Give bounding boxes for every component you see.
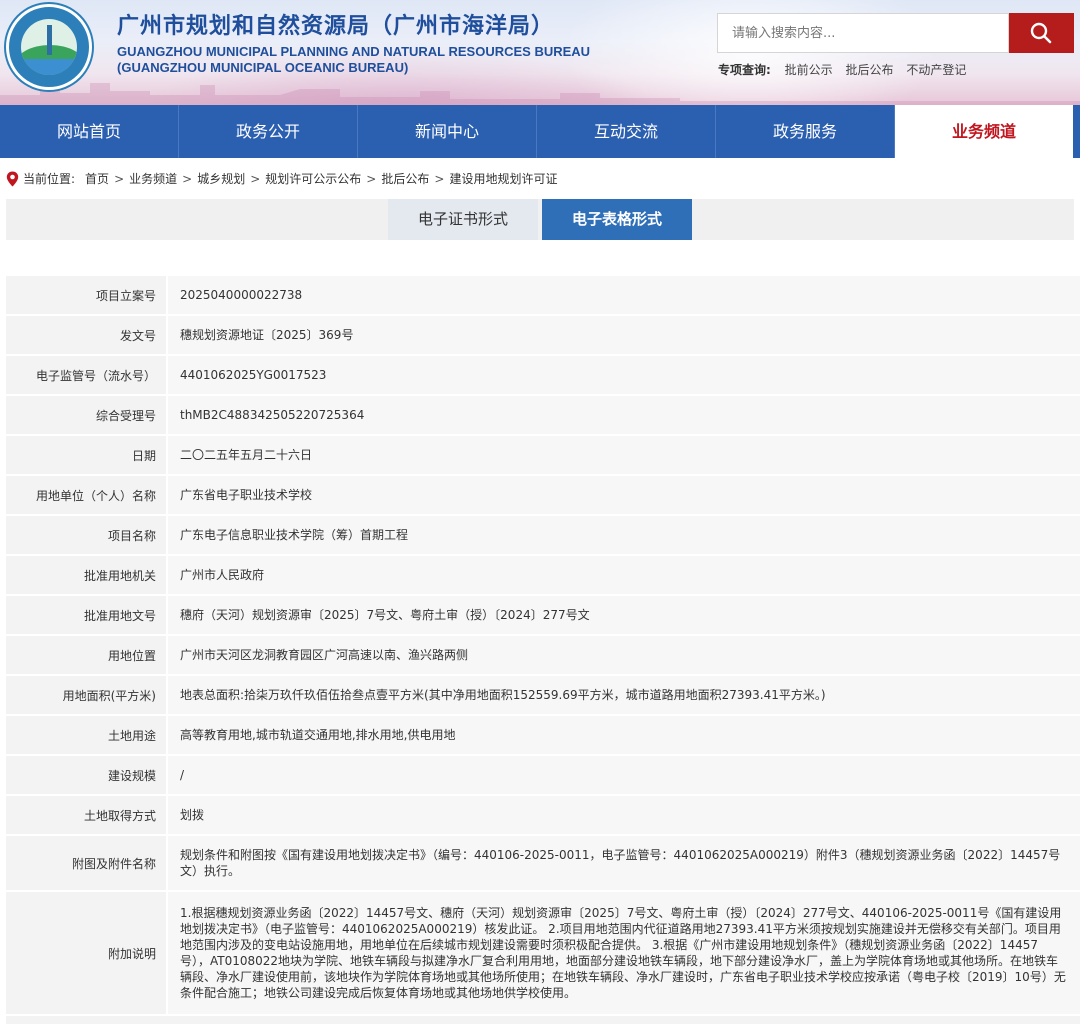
search-button[interactable]	[1009, 13, 1074, 53]
row-value: /	[166, 756, 1080, 796]
table-row: 综合受理号 thMB2C488342505220725364	[6, 396, 1080, 436]
search-box	[717, 13, 1009, 53]
permit-table: 项目立案号 2025040000022738 发文号 穗规划资源地证〔2025〕…	[6, 276, 1080, 1024]
breadcrumb: 当前位置: 首页 > 业务频道 > 城乡规划 > 规划许可公示公布 > 批后公布…	[6, 170, 557, 187]
row-value: 穗府（天河）规划资源审〔2025〕7号文、粤府土审（授）〔2024〕277号文	[166, 596, 1080, 636]
table-row: 项目名称 广东电子信息职业技术学院（筹）首期工程	[6, 516, 1080, 556]
row-value: 4401062025YG0017523	[166, 356, 1080, 396]
table-row: 土地用途 高等教育用地,城市轨道交通用地,排水用地,供电用地	[6, 716, 1080, 756]
row-key: 土地用途	[6, 716, 166, 756]
nav-filler	[1073, 105, 1080, 158]
breadcrumb-current[interactable]: 建设用地规划许可证	[449, 170, 557, 187]
breadcrumb-permit-publicity[interactable]: 规划许可公示公布	[265, 170, 361, 187]
row-value: 广州市人民政府	[166, 556, 1080, 596]
breadcrumb-separator: >	[434, 171, 445, 186]
nav-item-business[interactable]: 业务频道	[895, 105, 1073, 158]
search-icon	[1030, 22, 1052, 44]
row-key: 批准用地机关	[6, 556, 166, 596]
table-row: 附图及附件名称 规划条件和附图按《国有建设用地划拨决定书》（编号：440106-…	[6, 836, 1080, 892]
main-nav: 网站首页 政务公开 新闻中心 互动交流 政务服务 业务频道	[0, 105, 1080, 158]
table-row: 日期 二〇二五年五月二十六日	[6, 436, 1080, 476]
row-key: 建设规模	[6, 756, 166, 796]
location-pin-icon	[6, 171, 19, 186]
table-row: 发文号 穗规划资源地证〔2025〕369号	[6, 316, 1080, 356]
table-row: 批准用地机关 广州市人民政府	[6, 556, 1080, 596]
view-tabs: 电子证书形式 电子表格形式	[6, 199, 1074, 240]
row-value: 划拨	[166, 796, 1080, 836]
search-input[interactable]	[718, 14, 1008, 52]
nav-item-interaction[interactable]: 互动交流	[537, 105, 716, 158]
breadcrumb-home[interactable]: 首页	[85, 170, 109, 187]
breadcrumb-separator: >	[114, 171, 125, 186]
quick-link-real-estate[interactable]: 不动产登记	[906, 63, 966, 77]
breadcrumb-business[interactable]: 业务频道	[129, 170, 177, 187]
nav-item-services[interactable]: 政务服务	[716, 105, 895, 158]
site-title: 广州市规划和自然资源局（广州市海洋局）	[117, 14, 555, 39]
table-row: 电子监管号（流水号） 4401062025YG0017523	[6, 356, 1080, 396]
table-row: 附加说明 1.根据穗规划资源业务函〔2022〕14457号文、穗府（天河）规划资…	[6, 892, 1080, 1016]
table-row: 用地位置 广州市天河区龙洞教育园区广河高速以南、渔兴路两侧	[6, 636, 1080, 676]
site-title-en: GUANGZHOU MUNICIPAL PLANNING AND NATURAL…	[117, 44, 591, 59]
tab-certificate-view[interactable]: 电子证书形式	[388, 199, 538, 240]
site-subtitle-en: (GUANGZHOU MUNICIPAL OCEANIC BUREAU)	[117, 60, 409, 75]
row-key: 土地取得方式	[6, 796, 166, 836]
row-key: 项目名称	[6, 516, 166, 556]
nav-item-home[interactable]: 网站首页	[0, 105, 179, 158]
row-value: 广州市天河区龙洞教育园区广河高速以南、渔兴路两侧	[166, 636, 1080, 676]
table-row: 项目立案号 2025040000022738	[6, 276, 1080, 316]
breadcrumb-post-approval[interactable]: 批后公布	[381, 170, 429, 187]
logo-emblem	[21, 19, 77, 75]
row-value: 广东省电子职业技术学校	[166, 476, 1080, 516]
row-value: 1.根据穗规划资源业务函〔2022〕14457号文、穗府（天河）规划资源审〔20…	[166, 892, 1080, 1016]
row-key: 批准用地文号	[6, 596, 166, 636]
nav-item-gov-affairs[interactable]: 政务公开	[179, 105, 358, 158]
table-row: 建设规模 /	[6, 756, 1080, 796]
breadcrumb-separator: >	[366, 171, 377, 186]
row-value: 2025040000022738	[166, 276, 1080, 316]
row-value: 二〇二五年五月二十六日	[166, 436, 1080, 476]
tab-table-view[interactable]: 电子表格形式	[542, 199, 692, 240]
breadcrumb-separator: >	[250, 171, 261, 186]
breadcrumb-separator: >	[182, 171, 193, 186]
quick-query: 专项查询: 批前公示 批后公布 不动产登记	[718, 61, 975, 78]
row-key: 附图及附件名称	[6, 836, 166, 892]
breadcrumb-urban-planning[interactable]: 城乡规划	[197, 170, 245, 187]
row-value: 高等教育用地,城市轨道交通用地,排水用地,供电用地	[166, 716, 1080, 756]
row-key: 综合受理号	[6, 396, 166, 436]
quick-link-pre-approval[interactable]: 批前公示	[785, 63, 833, 77]
table-row: 用地面积(平方米) 地表总面积:拾柒万玖仟玖佰伍拾叁点壹平方米(其中净用地面积1…	[6, 676, 1080, 716]
logo-water	[21, 59, 77, 75]
row-value: 规划条件和附图按《国有建设用地划拨决定书》（编号：440106-2025-001…	[166, 836, 1080, 892]
table-row: 批准用地文号 穗府（天河）规划资源审〔2025〕7号文、粤府土审（授）〔2024…	[6, 596, 1080, 636]
row-value: 广东电子信息职业技术学院（筹）首期工程	[166, 516, 1080, 556]
table-row: 用地单位（个人）名称 广东省电子职业技术学校	[6, 476, 1080, 516]
table-row: 土地取得方式 划拨	[6, 796, 1080, 836]
breadcrumb-label: 当前位置:	[23, 172, 76, 186]
row-key: 项目立案号	[6, 276, 166, 316]
quick-link-post-approval[interactable]: 批后公布	[845, 63, 893, 77]
header-banner: 广州市规划和自然资源局（广州市海洋局） GUANGZHOU MUNICIPAL …	[0, 0, 1080, 105]
row-key: 发文号	[6, 316, 166, 356]
bureau-logo[interactable]	[6, 4, 92, 90]
quick-query-label: 专项查询:	[718, 63, 771, 77]
row-key: 用地位置	[6, 636, 166, 676]
row-value: 地表总面积:拾柒万玖仟玖佰伍拾叁点壹平方米(其中净用地面积152559.69平方…	[166, 676, 1080, 716]
row-value: thMB2C488342505220725364	[166, 396, 1080, 436]
row-key: 用地面积(平方米)	[6, 676, 166, 716]
nav-item-news[interactable]: 新闻中心	[358, 105, 537, 158]
row-key: 用地单位（个人）名称	[6, 476, 166, 516]
logo-tower	[47, 25, 52, 55]
row-value: 穗规划资源地证〔2025〕369号	[166, 316, 1080, 356]
row-key: 电子监管号（流水号）	[6, 356, 166, 396]
row-key: 附加说明	[6, 892, 166, 1016]
row-key: 日期	[6, 436, 166, 476]
